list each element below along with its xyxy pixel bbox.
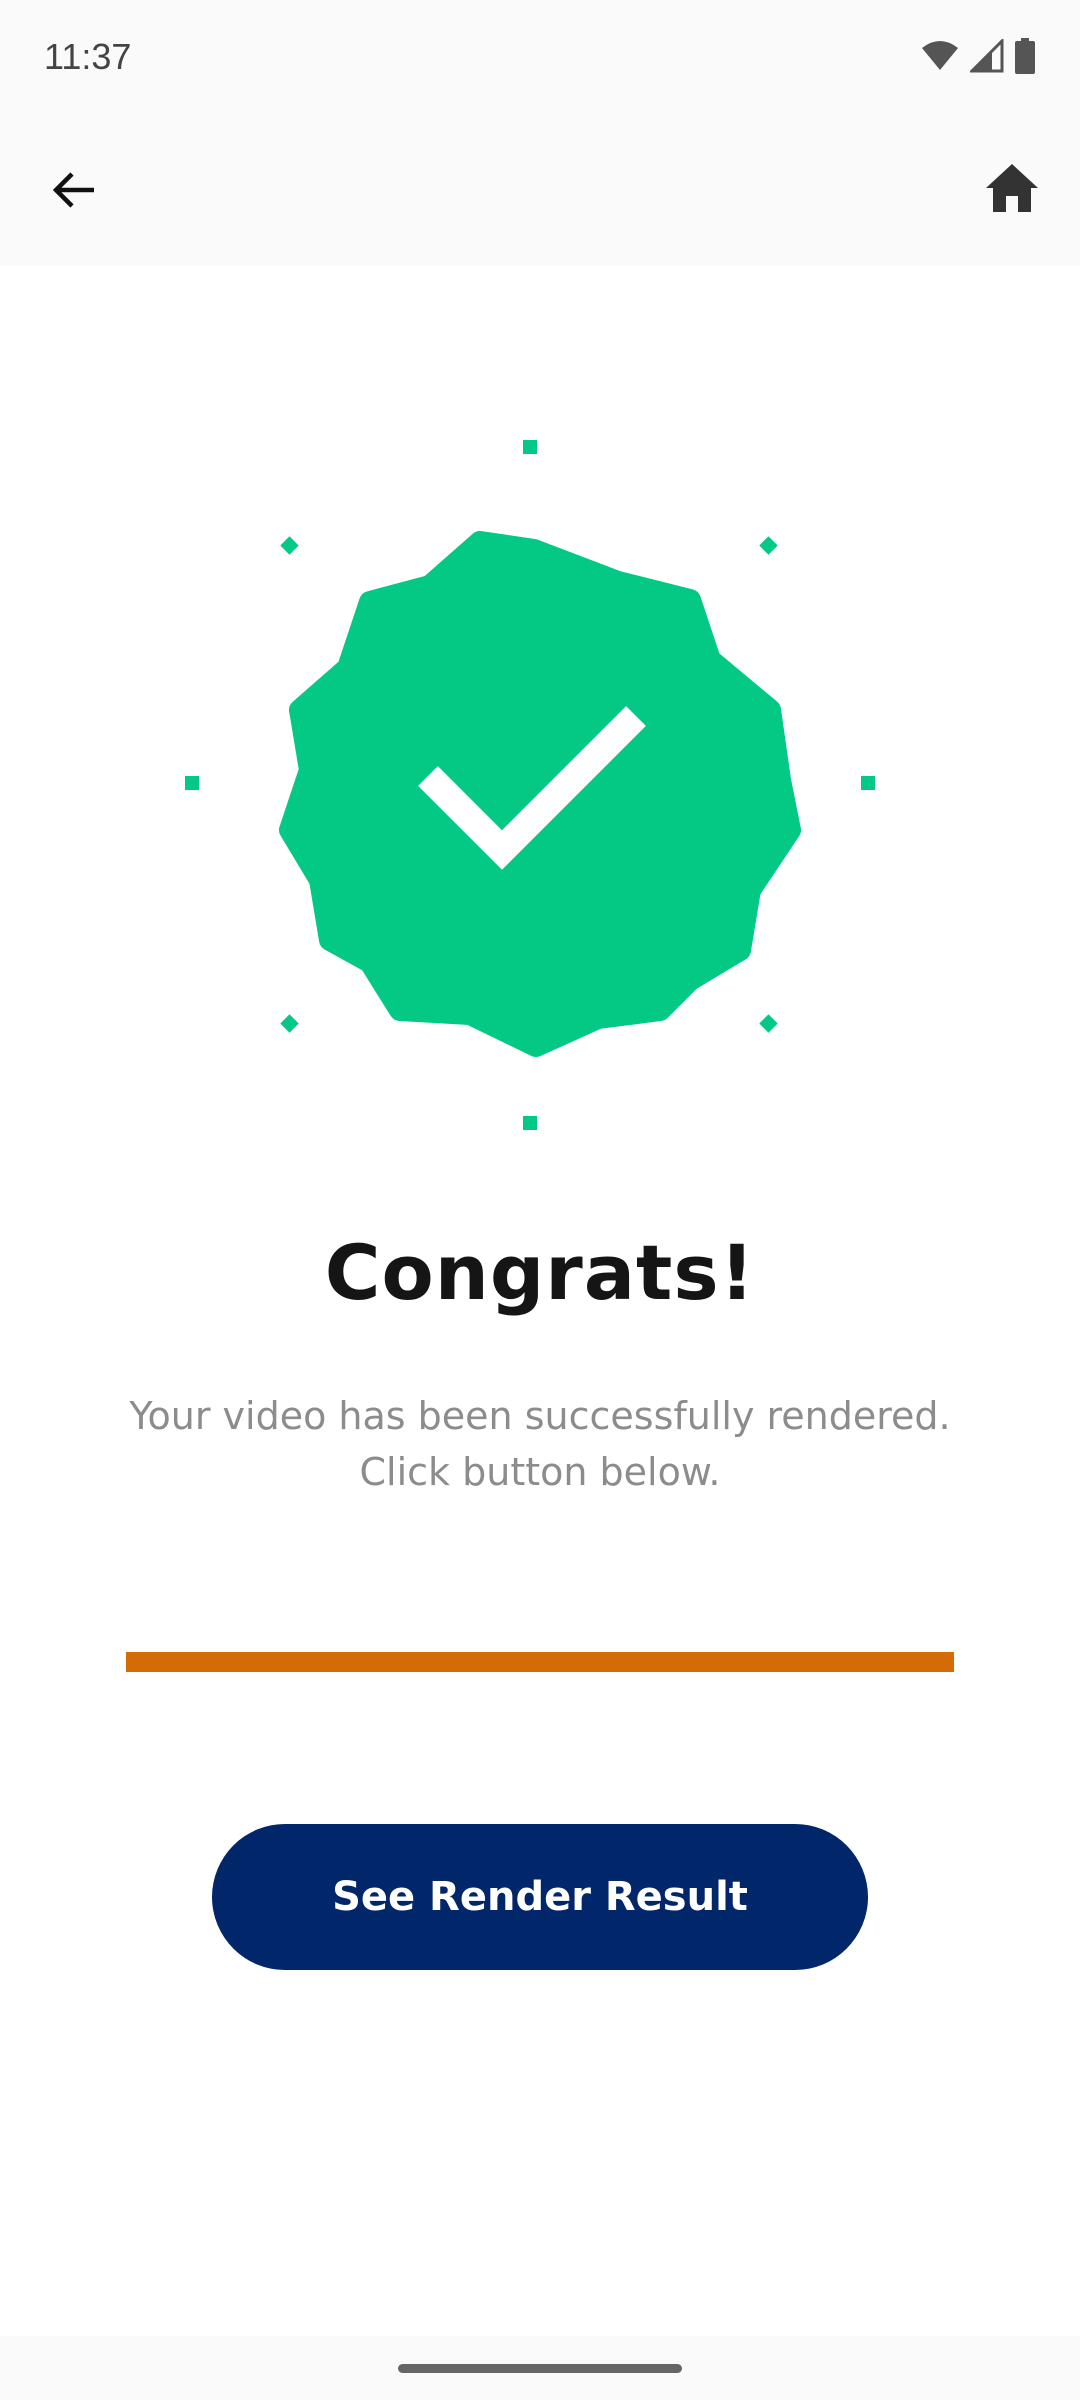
render-success-screen: 11:37 Congrats! Your video has been succ…	[0, 0, 1080, 2400]
arrow-back-icon	[50, 166, 98, 218]
wifi-icon	[920, 40, 960, 76]
system-nav-bar	[0, 2336, 1080, 2400]
battery-icon	[1014, 38, 1036, 78]
status-time: 11:37	[44, 36, 132, 77]
success-message-line-2: Click button below.	[359, 1450, 721, 1494]
success-message: Your video has been successfully rendere…	[80, 1388, 1000, 1500]
back-button[interactable]	[36, 154, 112, 230]
page-title: Congrats!	[324, 1228, 756, 1317]
home-button[interactable]	[974, 152, 1050, 228]
see-render-result-button[interactable]: See Render Result	[212, 1824, 868, 1970]
gesture-home-indicator[interactable]	[398, 2364, 682, 2373]
verified-check-badge-icon	[185, 440, 875, 1130]
success-badge	[170, 420, 890, 1140]
cell-signal-icon	[968, 37, 1004, 77]
status-bar: 11:37	[0, 0, 1080, 118]
status-icons	[920, 37, 1036, 78]
app-bar	[0, 118, 1080, 266]
success-message-line-1: Your video has been successfully rendere…	[129, 1394, 951, 1438]
render-progress-bar	[126, 1652, 954, 1672]
render-progress-fill	[126, 1652, 954, 1672]
home-icon	[984, 162, 1040, 218]
